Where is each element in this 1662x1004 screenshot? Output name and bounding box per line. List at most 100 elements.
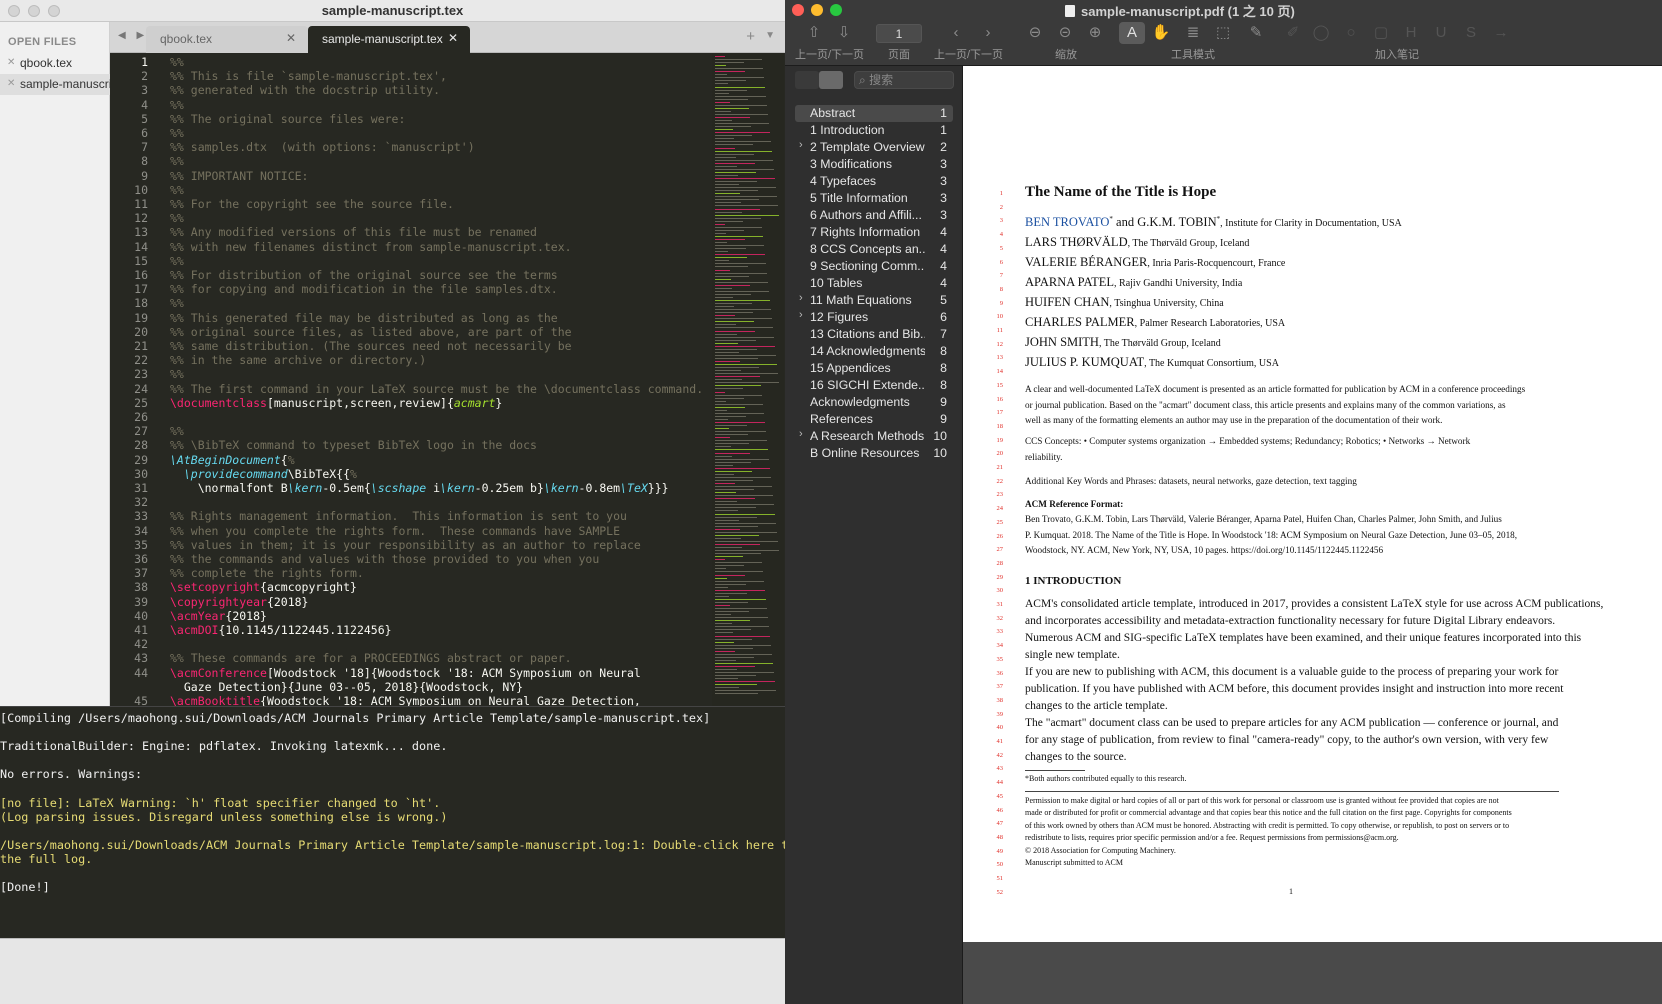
minimap[interactable] <box>712 53 784 706</box>
zoom-window-button[interactable] <box>830 4 842 16</box>
strikethrough-icon[interactable]: S <box>1461 22 1481 44</box>
tab-sample-manuscript[interactable]: sample-manuscript.tex ✕ <box>308 26 470 53</box>
close-window-button[interactable] <box>792 4 804 16</box>
code-line[interactable]: %% These commands are for a PROCEEDINGS … <box>170 651 572 665</box>
arrow-right-icon[interactable]: → <box>1491 22 1511 44</box>
code-line[interactable]: \documentclass[manuscript,screen,review]… <box>170 396 502 410</box>
lasso-icon[interactable]: ◯ <box>1311 22 1331 44</box>
outline-item[interactable]: 14 Acknowledgments 8 <box>795 343 953 360</box>
code-line[interactable]: %% <box>170 211 184 225</box>
pdf-page[interactable]: 1 2 3 4 5 6 7 8 9 10 11 12 13 14 15 16 17 18 19 20 21 22 23 24 2… <box>963 66 1662 942</box>
code-line[interactable]: %% in the same archive or directory.) <box>170 353 426 367</box>
code-line[interactable]: %% This generated file may be distribute… <box>170 311 558 325</box>
page-down-arrow-icon[interactable]: ⇩ <box>835 22 853 44</box>
tab-close-icon[interactable]: ✕ <box>286 31 296 45</box>
new-tab-icon[interactable]: + <box>746 28 755 45</box>
open-file-qbook[interactable]: ✕ qbook.tex <box>0 53 110 74</box>
highlight-h-icon[interactable]: H <box>1401 22 1421 44</box>
code-line[interactable]: %% when you complete the rights form. Th… <box>170 524 620 538</box>
author-name[interactable]: BEN TROVATO <box>1025 215 1109 229</box>
code-line[interactable]: %% with new filenames distinct from samp… <box>170 240 572 254</box>
shape-icon[interactable]: ○ <box>1341 22 1361 44</box>
outline-item[interactable]: › A Research Methods 10 <box>795 428 953 445</box>
pen-tool-icon[interactable]: ✎ <box>1243 22 1269 44</box>
code-line[interactable]: \AtBeginDocument{% <box>170 453 295 467</box>
thumbnail-view-icon[interactable] <box>795 71 819 89</box>
chevron-right-icon[interactable]: › <box>799 139 803 151</box>
text-select-icon[interactable]: A <box>1119 22 1145 44</box>
chevron-left-icon[interactable]: ‹ <box>947 22 965 44</box>
outline-item[interactable]: 6 Authors and Affili... 3 <box>795 207 953 224</box>
outline-item[interactable]: 9 Sectioning Comm... 4 <box>795 258 953 275</box>
code-area[interactable]: %%%% This is file `sample-manuscript.tex… <box>170 53 710 706</box>
chevron-right-icon[interactable]: › <box>979 22 997 44</box>
build-output-panel[interactable]: [Compiling /Users/maohong.sui/Downloads/… <box>0 706 785 1004</box>
outline-item[interactable]: Acknowledgments 9 <box>795 394 953 411</box>
code-line[interactable]: Gaze Detection}{June 03--05, 2018}{Woods… <box>170 680 523 694</box>
code-line[interactable]: %% complete the rights form. <box>170 566 364 580</box>
code-line[interactable]: \setcopyright{acmcopyright} <box>170 580 357 594</box>
pdf-viewport[interactable]: 1 2 3 4 5 6 7 8 9 10 11 12 13 14 15 16 17 18 19 20 21 22 23 24 2… <box>963 66 1662 1004</box>
outline-item[interactable]: › 11 Math Equations 5 <box>795 292 953 309</box>
tab-navigation-arrows[interactable]: ◀ ▶ <box>118 30 148 41</box>
code-line[interactable]: %% The first command in your LaTeX sourc… <box>170 382 703 396</box>
code-line[interactable]: %% <box>170 183 184 197</box>
code-line[interactable]: \acmYear{2018} <box>170 609 267 623</box>
underline-icon[interactable]: U <box>1431 22 1451 44</box>
highlighter-icon[interactable]: ✐ <box>1283 22 1303 44</box>
outline-item[interactable]: › 12 Figures 6 <box>795 309 953 326</box>
tab-qbook[interactable]: qbook.tex ✕ <box>146 26 308 53</box>
code-line[interactable]: %% The original source files were: <box>170 112 405 126</box>
outline-item[interactable]: 3 Modifications 3 <box>795 156 953 173</box>
outline-item[interactable]: 4 Typefaces 3 <box>795 173 953 190</box>
code-line[interactable]: %% for copying and modification in the f… <box>170 282 558 296</box>
code-line[interactable]: %% For distribution of the original sour… <box>170 268 558 282</box>
close-file-icon[interactable]: ✕ <box>7 78 15 89</box>
stack-icon[interactable]: ≣ <box>1183 22 1203 44</box>
code-line[interactable]: %% same distribution. (The sources need … <box>170 339 572 353</box>
code-line[interactable]: %% Any modified versions of this file mu… <box>170 225 537 239</box>
close-file-icon[interactable]: ✕ <box>7 57 15 68</box>
code-line[interactable]: %% values in them; it is your responsibi… <box>170 538 641 552</box>
code-line[interactable]: %% <box>170 296 184 310</box>
chevron-right-icon[interactable]: › <box>799 309 803 321</box>
box-icon[interactable]: ▢ <box>1371 22 1391 44</box>
zoom-out-icon[interactable]: ⊖ <box>1025 22 1045 44</box>
code-line[interactable]: \providecommand\BibTeX{{% <box>170 467 357 481</box>
outline-item[interactable]: 7 Rights Information 4 <box>795 224 953 241</box>
code-line[interactable]: %% Rights management information. This i… <box>170 509 627 523</box>
outline-item[interactable]: B Online Resources 10 <box>795 445 953 462</box>
tab-close-icon[interactable]: ✕ <box>448 31 458 45</box>
open-file-sample-manuscript[interactable]: ✕ sample-manuscript.tex <box>0 74 110 95</box>
code-line[interactable]: %% <box>170 55 184 69</box>
hand-tool-icon[interactable]: ✋ <box>1151 22 1171 44</box>
minimize-window-button[interactable] <box>811 4 823 16</box>
page-up-arrow-icon[interactable]: ⇧ <box>805 22 823 44</box>
outline-item[interactable]: 8 CCS Concepts an... 4 <box>795 241 953 258</box>
code-line[interactable]: \copyrightyear{2018} <box>170 595 308 609</box>
code-line[interactable]: %% <box>170 154 184 168</box>
code-line[interactable]: %% \BibTeX command to typeset BibTeX log… <box>170 438 537 452</box>
code-line[interactable]: %% <box>170 424 184 438</box>
outline-search-input[interactable]: ⌕ 搜索 <box>854 71 954 89</box>
code-line[interactable]: \normalfont B\kern-0.5em{\scshape i\kern… <box>170 481 669 495</box>
code-line[interactable]: \acmConference[Woodstock '18]{Woodstock … <box>170 666 641 680</box>
zoom-fit-icon[interactable]: ⊝ <box>1055 22 1075 44</box>
code-line[interactable]: %% <box>170 367 184 381</box>
rect-select-icon[interactable]: ⬚ <box>1213 22 1233 44</box>
code-line[interactable]: %% This is file `sample-manuscript.tex', <box>170 69 447 83</box>
chevron-right-icon[interactable]: › <box>799 292 803 304</box>
outline-item[interactable]: Abstract 1 <box>795 105 953 122</box>
page-number-field[interactable]: 1 <box>876 24 922 43</box>
tab-menu-icon[interactable]: ▼ <box>765 30 775 41</box>
code-line[interactable]: %% <box>170 254 184 268</box>
outline-item[interactable]: 15 Appendices 8 <box>795 360 953 377</box>
outline-item[interactable]: References 9 <box>795 411 953 428</box>
code-line[interactable]: %% samples.dtx (with options: `manuscrip… <box>170 140 475 154</box>
code-editor[interactable]: 1 2 3 4 5 6 7 8 9 10 11 12 13 14 15 16 17 18 19 20 21 22 23 24 2… <box>110 53 785 706</box>
code-line[interactable]: %% For the copyright see the source file… <box>170 197 454 211</box>
chevron-right-icon[interactable]: › <box>799 428 803 440</box>
code-line[interactable]: \acmDOI{10.1145/1122445.1122456} <box>170 623 392 637</box>
code-line[interactable]: %% <box>170 126 184 140</box>
outline-view-icon[interactable] <box>819 71 843 89</box>
